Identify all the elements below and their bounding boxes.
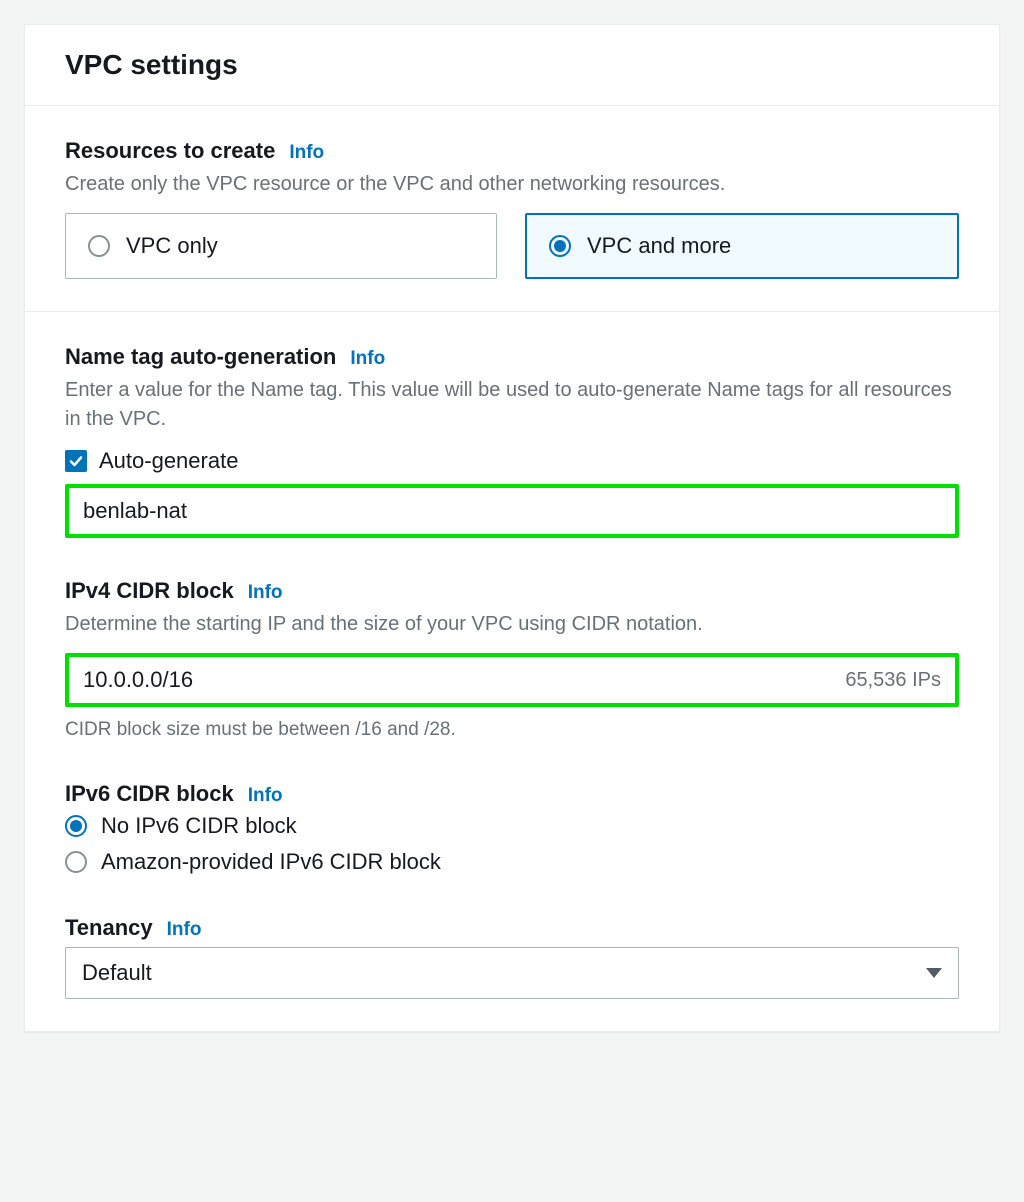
tenancy-select[interactable]: Default [65, 947, 959, 999]
ipv6-option-label: No IPv6 CIDR block [101, 813, 297, 839]
auto-generate-label: Auto-generate [99, 448, 238, 474]
ipv4-info-link[interactable]: Info [248, 582, 283, 604]
tile-label: VPC and more [587, 233, 731, 259]
resources-section: Resources to create Info Create only the… [25, 106, 999, 312]
tile-vpc-only[interactable]: VPC only [65, 213, 497, 279]
radio-icon [65, 815, 87, 837]
tenancy-label: Tenancy [65, 915, 153, 941]
tile-vpc-and-more[interactable]: VPC and more [525, 213, 959, 279]
vpc-settings-panel: VPC settings Resources to create Info Cr… [24, 24, 1000, 1032]
name-tag-info-link[interactable]: Info [350, 348, 385, 370]
ipv6-option-none[interactable]: No IPv6 CIDR block [65, 813, 959, 839]
ipv6-option-amazon[interactable]: Amazon-provided IPv6 CIDR block [65, 849, 959, 875]
radio-icon [88, 235, 110, 257]
ipv4-help: Determine the starting IP and the size o… [65, 610, 959, 639]
ipv4-cidr-input[interactable] [69, 657, 845, 703]
resources-help: Create only the VPC resource or the VPC … [65, 170, 959, 199]
name-tag-help: Enter a value for the Name tag. This val… [65, 376, 959, 434]
ipv6-field: IPv6 CIDR block Info No IPv6 CIDR block … [65, 781, 959, 875]
radio-icon [65, 851, 87, 873]
tenancy-field: Tenancy Info Default [65, 915, 959, 999]
checkbox-icon [65, 450, 87, 472]
ipv4-label: IPv4 CIDR block [65, 578, 234, 604]
name-tag-input[interactable] [65, 484, 959, 538]
panel-header: VPC settings [25, 25, 999, 106]
ipv4-field: IPv4 CIDR block Info Determine the start… [65, 578, 959, 741]
ipv6-info-link[interactable]: Info [248, 785, 283, 807]
resources-info-link[interactable]: Info [289, 142, 324, 164]
ipv4-ips-hint: 65,536 IPs [845, 669, 955, 692]
ipv4-constraint: CIDR block size must be between /16 and … [65, 719, 959, 741]
name-tag-field: Name tag auto-generation Info Enter a va… [65, 344, 959, 538]
tenancy-info-link[interactable]: Info [167, 919, 202, 941]
name-tag-label: Name tag auto-generation [65, 344, 336, 370]
resources-tiles: VPC only VPC and more [65, 213, 959, 279]
tenancy-value: Default [82, 960, 152, 986]
auto-generate-checkbox-row[interactable]: Auto-generate [65, 448, 959, 474]
radio-icon [549, 235, 571, 257]
ipv6-label: IPv6 CIDR block [65, 781, 234, 807]
panel-title: VPC settings [65, 49, 959, 81]
ipv6-option-label: Amazon-provided IPv6 CIDR block [101, 849, 441, 875]
vpc-config-section: Name tag auto-generation Info Enter a va… [25, 312, 999, 1031]
tile-label: VPC only [126, 233, 218, 259]
resources-label: Resources to create [65, 138, 275, 164]
chevron-down-icon [926, 968, 942, 978]
ipv4-input-wrap: 65,536 IPs [65, 653, 959, 707]
